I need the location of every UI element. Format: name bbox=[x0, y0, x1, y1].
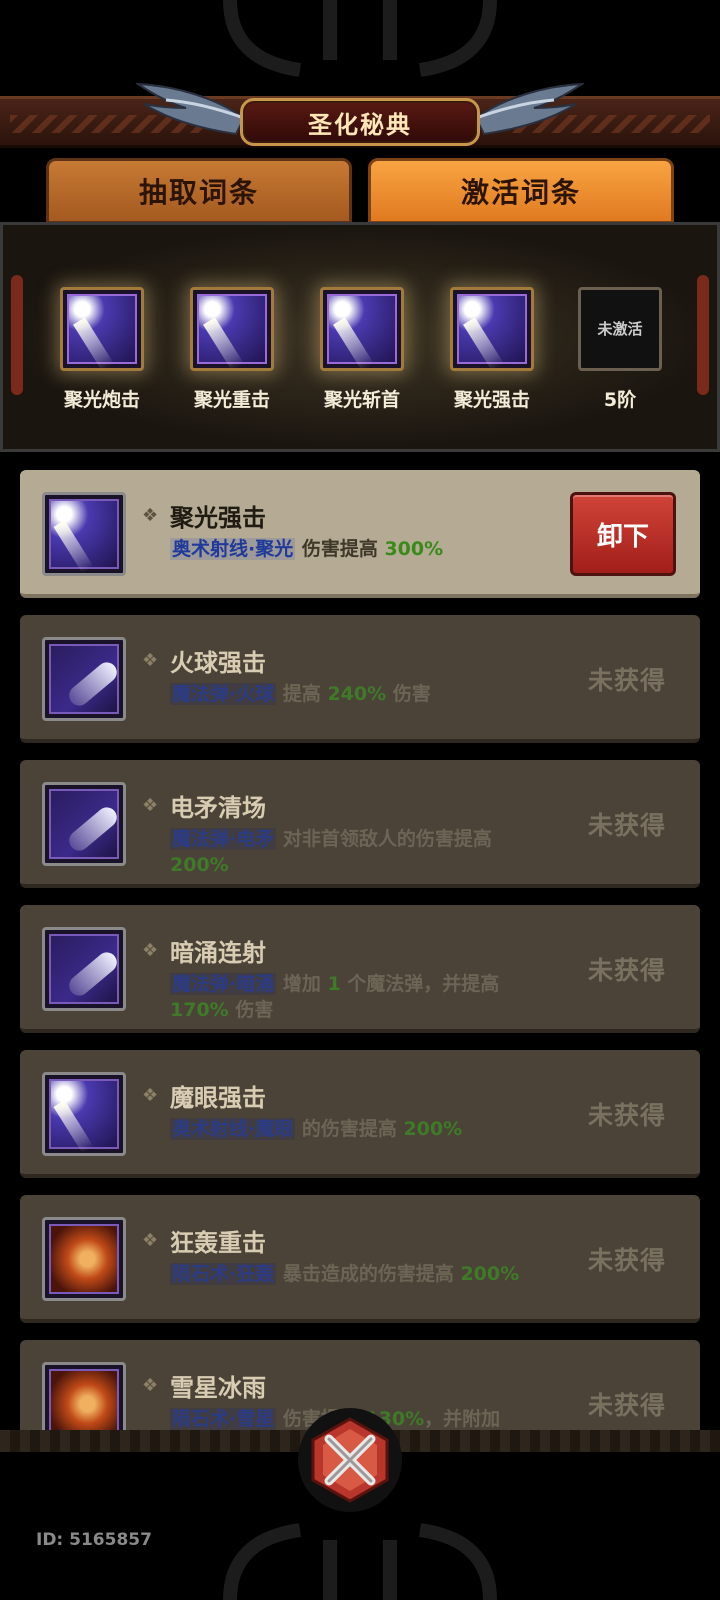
affix-card[interactable]: ❖ 魔眼强击 奥术射线·魔眼 的伤害提高 200% 未获得 bbox=[20, 1050, 700, 1178]
diamond-bullet-icon: ❖ bbox=[142, 650, 159, 671]
status-not-obtained: 未获得 bbox=[587, 956, 666, 985]
slot-2[interactable]: 聚光重击 bbox=[187, 287, 277, 412]
meteor-icon bbox=[42, 1217, 126, 1301]
tab-draw-affix[interactable]: 抽取词条 bbox=[46, 158, 352, 224]
desc-text: 伤害 bbox=[228, 999, 274, 1021]
affix-card[interactable]: ❖ 火球强击 魔法弹·火球 提高 240% 伤害 未获得 bbox=[20, 615, 700, 743]
desc-number: 300% bbox=[384, 538, 444, 560]
diamond-bullet-icon: ❖ bbox=[142, 505, 159, 526]
desc-text: 伤害提高 bbox=[295, 538, 385, 560]
skill-tag: 魔法弹·暗涌 bbox=[170, 973, 277, 995]
skill-tag: 陨石术·狂轰 bbox=[170, 1263, 277, 1285]
close-icon bbox=[311, 1417, 389, 1503]
light-beam-icon bbox=[450, 287, 534, 371]
diamond-bullet-icon: ❖ bbox=[142, 940, 159, 961]
status-not-obtained: 未获得 bbox=[587, 811, 666, 840]
status-not-obtained: 未获得 bbox=[587, 1391, 666, 1420]
affix-name: 聚光强击 bbox=[170, 504, 266, 532]
affix-description: 奥术射线·聚光 伤害提高 300% bbox=[170, 536, 540, 562]
status-not-obtained: 未获得 bbox=[587, 1101, 666, 1130]
affix-name: 魔眼强击 bbox=[170, 1084, 266, 1112]
affix-description: 魔法弹·电矛 对非首领敌人的伤害提高 200% bbox=[170, 826, 540, 878]
light-beam-icon bbox=[60, 287, 144, 371]
light-beam-icon bbox=[42, 492, 126, 576]
diamond-bullet-icon: ❖ bbox=[142, 1230, 159, 1251]
light-beam-icon bbox=[320, 287, 404, 371]
diamond-bullet-icon: ❖ bbox=[142, 795, 159, 816]
slot-empty-text: 未激活 bbox=[597, 320, 643, 338]
desc-text: 提高 bbox=[276, 683, 328, 705]
tab-activate-affix[interactable]: 激活词条 bbox=[368, 158, 674, 224]
desc-text: ，并附加 bbox=[424, 1408, 501, 1430]
skill-tag: 奥术射线·魔眼 bbox=[170, 1118, 296, 1140]
affix-card[interactable]: ❖ 暗涌连射 魔法弹·暗涌 增加 1 个魔法弹，并提高 170% 伤害 未获得 bbox=[20, 905, 700, 1033]
affix-name: 电矛清场 bbox=[170, 794, 266, 822]
desc-number: 200% bbox=[460, 1263, 520, 1285]
affix-list[interactable]: ❖ 聚光强击 奥术射线·聚光 伤害提高 300% 卸下 ❖ 火球强击 魔法弹·火… bbox=[18, 470, 702, 1446]
affix-name: 狂轰重击 bbox=[170, 1229, 266, 1257]
slot-label: 聚光强击 bbox=[453, 389, 530, 411]
affix-card[interactable]: ❖ 狂轰重击 陨石术·狂轰 暴击造成的伤害提高 200% 未获得 bbox=[20, 1195, 700, 1323]
slot-3[interactable]: 聚光斩首 bbox=[317, 287, 407, 412]
status-not-obtained: 未获得 bbox=[587, 666, 666, 695]
slot-label: 5阶 bbox=[603, 389, 637, 411]
user-id-label: ID: 5165857 bbox=[36, 1530, 152, 1550]
desc-number: 200% bbox=[403, 1118, 463, 1140]
magic-missile-icon bbox=[42, 782, 126, 866]
diamond-bullet-icon: ❖ bbox=[142, 1085, 159, 1106]
affix-name: 暗涌连射 bbox=[170, 939, 266, 967]
status-not-obtained: 未获得 bbox=[587, 1246, 666, 1275]
desc-number: 240% bbox=[327, 683, 387, 705]
diamond-bullet-icon: ❖ bbox=[142, 1375, 159, 1396]
skill-tag: 魔法弹·火球 bbox=[170, 683, 277, 705]
slot-5-empty[interactable]: 未激活 5阶 bbox=[575, 287, 665, 412]
desc-text: 增加 bbox=[276, 973, 328, 995]
affix-description: 魔法弹·暗涌 增加 1 个魔法弹，并提高 170% 伤害 bbox=[170, 971, 540, 1023]
wing-right-icon bbox=[474, 82, 584, 136]
affix-description: 奥术射线·魔眼 的伤害提高 200% bbox=[170, 1116, 540, 1142]
panel-edge-left bbox=[11, 275, 23, 395]
desc-number: 200% bbox=[170, 854, 229, 876]
affix-name: 火球强击 bbox=[170, 649, 266, 677]
desc-text: 伤害 bbox=[386, 683, 431, 705]
magic-missile-icon bbox=[42, 927, 126, 1011]
slot-label: 聚光重击 bbox=[193, 389, 270, 411]
slot-1[interactable]: 聚光炮击 bbox=[57, 287, 147, 412]
skill-tag: 陨石术·雪星 bbox=[170, 1408, 277, 1430]
skill-tag: 魔法弹·电矛 bbox=[170, 828, 277, 850]
desc-number: 170% bbox=[170, 999, 229, 1021]
affix-card[interactable]: ❖ 聚光强击 奥术射线·聚光 伤害提高 300% 卸下 bbox=[20, 470, 700, 598]
page-title: 圣化秘典 bbox=[240, 98, 480, 146]
desc-text: 的伤害提高 bbox=[295, 1118, 404, 1140]
affix-description: 陨石术·狂轰 暴击造成的伤害提高 200% bbox=[170, 1261, 540, 1287]
affix-card[interactable]: ❖ 电矛清场 魔法弹·电矛 对非首领敌人的伤害提高 200% 未获得 bbox=[20, 760, 700, 888]
desc-text: 对非首领敌人的伤害提高 bbox=[276, 828, 492, 850]
slot-label: 聚光斩首 bbox=[323, 389, 400, 411]
unequip-button[interactable]: 卸下 bbox=[570, 492, 676, 576]
light-beam-icon bbox=[190, 287, 274, 371]
desc-number: 1 bbox=[327, 973, 341, 995]
desc-text: 个魔法弹，并提高 bbox=[340, 973, 500, 995]
desc-text: 暴击造成的伤害提高 bbox=[276, 1263, 461, 1285]
skill-tag: 奥术射线·聚光 bbox=[170, 538, 296, 560]
panel-edge-right bbox=[697, 275, 709, 395]
activated-slots-panel: 聚光炮击 聚光重击 聚光斩首 聚光强击 未激活 5阶 bbox=[0, 222, 720, 452]
magic-missile-icon bbox=[42, 637, 126, 721]
slot-label: 聚光炮击 bbox=[63, 389, 140, 411]
wing-left-icon bbox=[136, 82, 246, 136]
affix-name: 雪星冰雨 bbox=[170, 1374, 266, 1402]
close-button[interactable] bbox=[298, 1408, 402, 1512]
light-beam-icon bbox=[42, 1072, 126, 1156]
slot-4[interactable]: 聚光强击 bbox=[447, 287, 537, 412]
empty-slot-icon: 未激活 bbox=[578, 287, 662, 371]
affix-description: 魔法弹·火球 提高 240% 伤害 bbox=[170, 681, 540, 707]
